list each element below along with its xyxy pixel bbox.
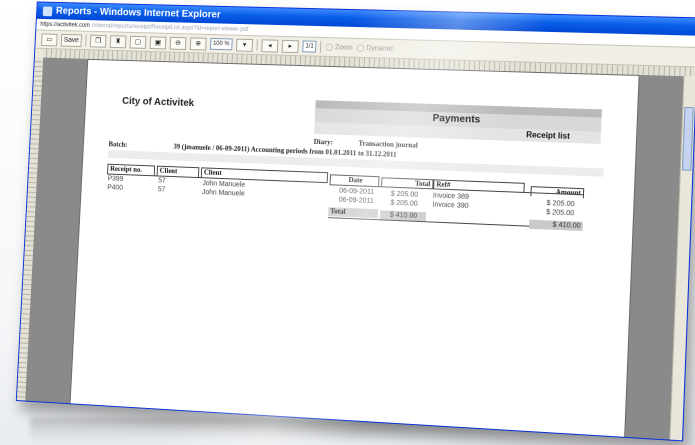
cell-date: 06-09-2011 [339, 188, 374, 196]
toolbar-separator [320, 41, 322, 53]
diary-label: Diary: [314, 138, 334, 147]
browser-window: Reports - Windows Internet Explorer http… [16, 1, 695, 441]
report-page: City of Activitek Payments Receipt list … [68, 59, 640, 442]
next-page-icon[interactable]: ▸ [282, 39, 299, 52]
report-header: Payments Receipt list [314, 100, 602, 144]
cell-client-id: 57 [158, 177, 166, 184]
find-icon[interactable]: ♜ [110, 35, 127, 48]
report-content: City of Activitek Payments Receipt list … [112, 84, 611, 100]
cell-receipt-no: P399 [108, 175, 124, 182]
diary-value: Transaction journal [358, 139, 418, 149]
page-icon[interactable]: ▢ [130, 35, 147, 48]
ie-icon [43, 6, 53, 16]
address-path: /internal/reports/receipt/ReceiptList.as… [91, 23, 248, 33]
window-title: Reports - Windows Internet Explorer [56, 6, 221, 21]
cell-date: 06-09-2011 [339, 197, 374, 205]
cell-amount: $ 205.00 [546, 200, 574, 208]
save-button[interactable]: Save [61, 33, 82, 46]
zoom-in-icon[interactable]: ⊕ [190, 37, 207, 50]
address-prefix: https:// [40, 21, 57, 27]
cell-ref: Invoice 390 [432, 201, 468, 210]
document-viewport[interactable]: City of Activitek Payments Receipt list … [17, 57, 695, 440]
zoom-tool-button[interactable]: ◯ Zoom [325, 43, 353, 52]
background: Reports - Windows Internet Explorer http… [0, 0, 695, 445]
cell-amount: $ 205.00 [546, 209, 574, 217]
pages-icon[interactable]: ▣ [150, 36, 167, 49]
page-number-field[interactable]: 1/1 [302, 40, 317, 52]
amount-total: $ 410.00 [529, 220, 583, 231]
copy-icon[interactable]: ❐ [90, 34, 107, 47]
cell-client-name: John Manuele [202, 189, 245, 198]
prev-page-icon[interactable]: ◂ [261, 39, 278, 52]
zoom-dropdown-icon[interactable]: ▾ [236, 38, 253, 51]
cell-total: $ 205.00 [390, 200, 418, 208]
cell-total: $ 205.00 [391, 191, 419, 199]
address-host: activitek.com [57, 22, 90, 29]
cell-client-name: John Manuele [202, 180, 245, 189]
toolbar-separator [85, 35, 87, 47]
zoom-out-icon[interactable]: ⊖ [170, 36, 187, 49]
vertical-ruler [17, 57, 43, 400]
toolbar-separator [256, 39, 258, 51]
open-icon[interactable]: ▭ [41, 33, 58, 46]
cell-receipt-no: P400 [107, 184, 123, 191]
cell-ref: Invoice 389 [433, 192, 469, 201]
dynamic-zoom-button[interactable]: ◯ Dynamic [356, 44, 393, 53]
vertical-scrollbar[interactable] [669, 76, 695, 440]
batch-label: Batch: [108, 140, 127, 148]
company-name: City of Activitek [122, 96, 194, 109]
scrollbar-thumb[interactable] [682, 107, 694, 171]
cell-client-id: 57 [158, 186, 166, 193]
zoom-select[interactable]: 100 % [210, 38, 233, 50]
